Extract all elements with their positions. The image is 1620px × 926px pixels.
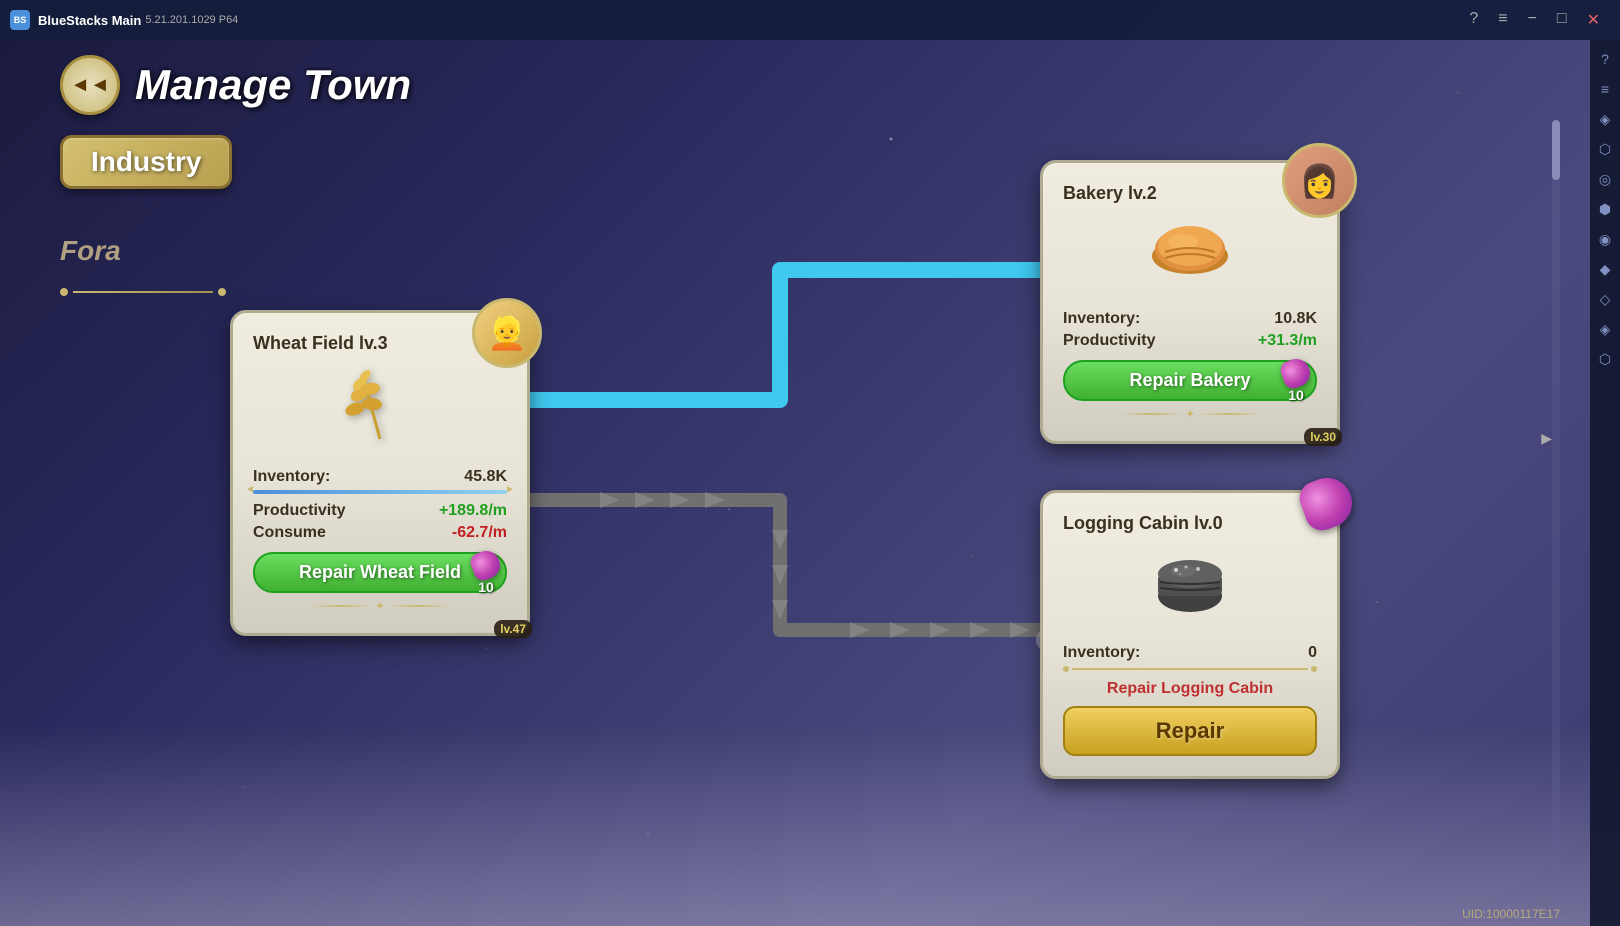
bakery-inventory-label: Inventory:	[1063, 310, 1140, 328]
uid-label: UID:10000117E17	[1462, 907, 1560, 921]
bakery-title: Bakery lv.2	[1063, 183, 1317, 204]
logging-inventory-arrows	[1063, 666, 1317, 672]
bakery-productivity-row: Productivity +31.3/m	[1063, 332, 1317, 350]
wheat-productivity-row: Productivity +189.8/m	[253, 502, 507, 520]
logging-inventory-label: Inventory:	[1063, 644, 1140, 662]
wheat-consume-row: Consume -62.7/m	[253, 524, 507, 542]
main-content: ◄◄ Manage Town Industry Fora	[0, 40, 1590, 926]
industry-tab[interactable]: Industry	[60, 135, 232, 189]
gem-icon-bakery	[1278, 355, 1314, 391]
page-title: Manage Town	[135, 61, 411, 109]
bakery-inventory-value: 10.8K	[1274, 310, 1317, 328]
scrollbar-thumb[interactable]	[1552, 120, 1560, 180]
sidebar-icon-6[interactable]: ⬢	[1594, 198, 1616, 220]
bakery-character-avatar: 👩	[1282, 143, 1357, 218]
sidebar-icon-11[interactable]: ⬡	[1594, 348, 1616, 370]
bread-icon	[1063, 214, 1317, 300]
repair-bakery-cost: 10	[1282, 359, 1310, 403]
sidebar-icon-7[interactable]: ◉	[1594, 228, 1616, 250]
wheat-icon	[253, 364, 507, 458]
logging-icon	[1063, 544, 1317, 634]
bakery-stats: Inventory: 10.8K Productivity +31.3/m	[1063, 310, 1317, 350]
deco-line-left	[311, 605, 371, 607]
wheat-stats: Inventory: 45.8K Productivity +189.8/m C…	[253, 468, 507, 542]
wheat-consume-value: -62.7/m	[452, 524, 507, 542]
app-logo: BS	[10, 10, 30, 30]
repair-wheat-label: Repair Wheat Field	[299, 562, 461, 582]
divider-line	[73, 291, 213, 293]
fora-label: Fora	[60, 235, 121, 267]
app-name: BlueStacks Main	[38, 13, 141, 28]
window-controls: ? ≡ − □ ✕	[1469, 10, 1610, 30]
scrollbar-track	[1552, 120, 1560, 880]
bakery-character-face: 👩	[1300, 162, 1340, 200]
inv-arrow-line	[1072, 668, 1308, 670]
page-title-area: ◄◄ Manage Town	[60, 55, 411, 115]
wheat-card-deco: ✦	[253, 599, 507, 613]
bakery-productivity-label: Productivity	[1063, 332, 1155, 350]
deco-star: ✦	[375, 599, 385, 613]
bakery-deco-line-left	[1121, 413, 1181, 415]
wheat-inventory-value: 45.8K	[464, 468, 507, 486]
bakery-card-deco: ✦	[1063, 407, 1317, 421]
restore-btn[interactable]: □	[1557, 10, 1567, 30]
divider-dot-right	[218, 288, 226, 296]
logging-inventory-row: Inventory: 0	[1063, 644, 1317, 662]
inv-arrow-dot-left	[1063, 666, 1069, 672]
close-btn[interactable]: ✕	[1587, 10, 1600, 30]
repair-bakery-cost-number: 10	[1288, 387, 1304, 403]
wheat-productivity-value: +189.8/m	[439, 502, 507, 520]
deco-line-right	[389, 605, 449, 607]
bakery-deco-star: ✦	[1185, 407, 1195, 421]
wheat-field-title: Wheat Field lv.3	[253, 333, 507, 354]
minimize-btn[interactable]: −	[1528, 10, 1537, 30]
logging-cabin-card: Logging Cabin lv.0	[1040, 490, 1340, 779]
repair-wheat-cost: 10	[472, 551, 500, 595]
wheat-field-card: Wheat Field lv.3 👱 lv.47 Invento	[230, 310, 530, 636]
inv-arrow-dot-right	[1311, 666, 1317, 672]
repair-bakery-button[interactable]: Repair Bakery 10	[1063, 360, 1317, 401]
repair-wheat-button[interactable]: Repair Wheat Field 10	[253, 552, 507, 593]
sidebar-icon-8[interactable]: ◆	[1594, 258, 1616, 280]
bakery-card: Bakery lv.2 👩 lv.30 Inventory:	[1040, 160, 1340, 444]
wheat-character-level: lv.47	[494, 620, 532, 638]
sidebar-icon-1[interactable]: ?	[1594, 48, 1616, 70]
divider-dot-left	[60, 288, 68, 296]
wheat-inventory-label: Inventory:	[253, 468, 330, 486]
sidebar-icon-2[interactable]: ≡	[1594, 78, 1616, 100]
right-sidebar: ? ≡ ◈ ⬡ ◎ ⬢ ◉ ◆ ◇ ◈ ⬡	[1590, 40, 1620, 926]
collapse-arrow[interactable]: ▶	[1541, 430, 1552, 447]
wheat-consume-label: Consume	[253, 524, 326, 542]
logging-cabin-title: Logging Cabin lv.0	[1063, 513, 1317, 534]
repair-wheat-cost-number: 10	[478, 579, 494, 595]
sidebar-icon-3[interactable]: ◈	[1594, 108, 1616, 130]
title-bar: BS BlueStacks Main 5.21.201.1029 P64 ? ≡…	[0, 0, 1620, 40]
fora-divider	[60, 288, 226, 296]
repair-bakery-label: Repair Bakery	[1129, 370, 1250, 390]
gem-icon-wheat	[468, 547, 504, 583]
sidebar-icon-5[interactable]: ◎	[1594, 168, 1616, 190]
wheat-productivity-label: Productivity	[253, 502, 345, 520]
wheat-character-avatar: 👱	[472, 298, 542, 368]
back-button[interactable]: ◄◄	[60, 55, 120, 115]
app-subtitle: 5.21.201.1029 P64	[145, 14, 238, 26]
repair-logging-label: Repair Logging Cabin	[1063, 680, 1317, 698]
sidebar-icon-10[interactable]: ◈	[1594, 318, 1616, 340]
wheat-inventory-row: Inventory: 45.8K	[253, 468, 507, 486]
menu-icon[interactable]: ≡	[1498, 10, 1507, 30]
wheat-inventory-bar	[253, 490, 507, 494]
repair-logging-button[interactable]: Repair	[1063, 706, 1317, 756]
help-icon[interactable]: ?	[1469, 10, 1478, 30]
bakery-deco-line-right	[1199, 413, 1259, 415]
wheat-character-face: 👱	[487, 314, 527, 352]
sidebar-icon-9[interactable]: ◇	[1594, 288, 1616, 310]
bakery-inventory-row: Inventory: 10.8K	[1063, 310, 1317, 328]
bakery-productivity-value: +31.3/m	[1258, 332, 1317, 350]
sidebar-icon-4[interactable]: ⬡	[1594, 138, 1616, 160]
logging-inventory-value: 0	[1308, 644, 1317, 662]
bakery-character-level: lv.30	[1304, 428, 1342, 446]
